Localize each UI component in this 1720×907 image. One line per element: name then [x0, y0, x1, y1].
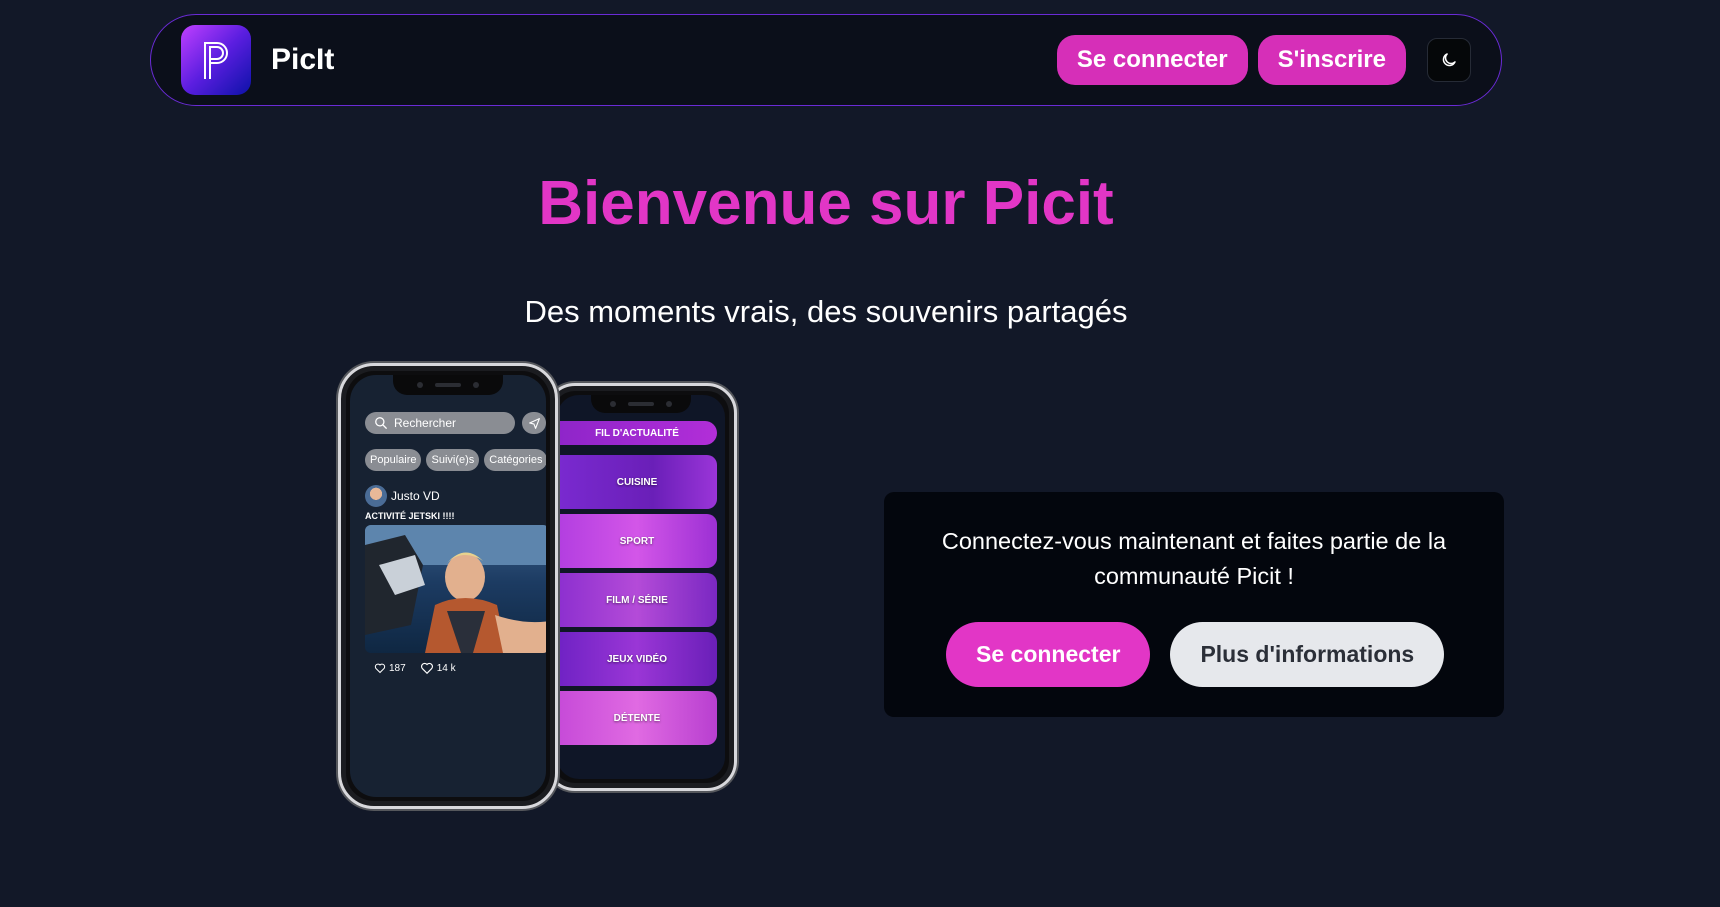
phone-notch — [591, 395, 691, 413]
more-info-button[interactable]: Plus d'informations — [1170, 622, 1445, 687]
theme-toggle-button[interactable] — [1427, 38, 1471, 82]
chip-categories: Catégories — [484, 449, 546, 471]
category-tile: JEUX VIDÉO — [557, 632, 717, 686]
category-tile: CUISINE — [557, 455, 717, 509]
cta-card: Connectez-vous maintenant et faites part… — [884, 492, 1504, 717]
hero-title: Bienvenue sur Picit — [538, 169, 1114, 238]
post-author-name: Justo VD — [391, 489, 440, 503]
category-tile: FILM / SÉRIE — [557, 573, 717, 627]
logo-icon[interactable] — [181, 25, 251, 95]
phone-notch — [393, 375, 503, 395]
cta-text: Connectez-vous maintenant et faites part… — [941, 528, 1447, 589]
avatar — [365, 485, 387, 507]
post-image — [365, 525, 546, 653]
send-icon — [528, 417, 540, 429]
category-tile: DÉTENTE — [557, 691, 717, 745]
feed-button: FIL D'ACTUALITÉ — [557, 421, 717, 445]
moon-icon — [1442, 53, 1456, 67]
phone-back-screen: FIL D'ACTUALITÉ CUISINE SPORT FILM / SÉR… — [557, 395, 725, 779]
cta-actions: Se connecter Plus d'informations — [946, 622, 1445, 687]
hero-subtitle: Des moments vrais, des souvenirs partagé… — [524, 294, 1128, 329]
nav-actions: Se connecter S'inscrire — [1056, 35, 1471, 85]
post-stats: 187 14 k — [374, 661, 456, 675]
send-button — [522, 412, 546, 434]
views-stat: 14 k — [420, 661, 456, 675]
login-button[interactable]: Se connecter — [1056, 35, 1248, 85]
phone-search-input: Rechercher — [365, 412, 515, 434]
phone-mockup-back: FIL D'ACTUALITÉ CUISINE SPORT FILM / SÉR… — [545, 383, 737, 791]
navbar: PicIt Se connecter S'inscrire — [150, 14, 1502, 106]
search-icon — [375, 417, 387, 429]
chip-populaire: Populaire — [365, 449, 422, 471]
signup-button[interactable]: S'inscrire — [1257, 35, 1406, 85]
chip-suivis: Suivi(e)s — [426, 449, 480, 471]
post-author: Justo VD — [365, 485, 440, 507]
heart-icon — [420, 662, 433, 675]
brand-name[interactable]: PicIt — [271, 43, 334, 77]
heart-icon — [374, 663, 386, 674]
views-count: 14 k — [436, 662, 456, 674]
filter-chips: Populaire Suivi(e)s Catégories — [365, 449, 546, 471]
phone-search-placeholder: Rechercher — [394, 416, 457, 430]
phone-mockup-front: Rechercher Populaire Suivi(e)s Catégorie… — [338, 363, 558, 809]
phone-front-screen: Rechercher Populaire Suivi(e)s Catégorie… — [350, 375, 546, 797]
cta-login-button[interactable]: Se connecter — [946, 622, 1151, 687]
likes-count: 187 — [389, 662, 406, 674]
category-tile: SPORT — [557, 514, 717, 568]
likes-stat: 187 — [374, 661, 406, 675]
post-caption: ACTIVITÉ JETSKI !!!! — [365, 511, 455, 521]
